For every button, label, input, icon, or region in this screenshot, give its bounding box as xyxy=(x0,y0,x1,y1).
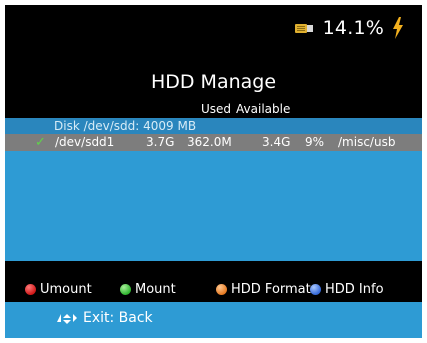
checkmark-icon: ✓ xyxy=(35,135,46,150)
bottom-navigation-bar: Exit: Back xyxy=(5,302,422,338)
color-button-bar: Umount Mount HDD Format HDD Info xyxy=(5,282,422,300)
blue-button-icon xyxy=(310,284,321,295)
lightning-icon xyxy=(393,17,403,39)
disk-label: Disk /dev/sdd: 4009 MB xyxy=(54,119,197,133)
navigation-arrows-icon xyxy=(57,314,77,324)
page-title: HDD Manage xyxy=(150,71,277,93)
disk-header-row: Disk /dev/sdd: 4009 MB xyxy=(5,118,422,134)
hdd-info-label: HDD Info xyxy=(325,282,384,297)
column-headers: Used Available xyxy=(201,102,290,116)
partition-device: /dev/sdd1 xyxy=(55,135,115,149)
partition-mount-point: /misc/usb xyxy=(338,135,396,149)
red-button-icon xyxy=(25,284,36,295)
green-button-icon xyxy=(120,284,131,295)
footer-spacer xyxy=(5,261,422,278)
hdd-icon xyxy=(294,23,313,33)
hdd-format-button[interactable]: HDD Format xyxy=(216,282,311,297)
status-area: 14.1% xyxy=(294,16,404,40)
mount-label: Mount xyxy=(135,282,176,297)
column-header-used: Used xyxy=(201,102,232,116)
hdd-manage-screen: 14.1% HDD Manage Used Available Disk /de… xyxy=(5,5,422,338)
column-header-available: Available xyxy=(236,102,291,116)
hdd-info-button[interactable]: HDD Info xyxy=(310,282,384,297)
partition-row[interactable]: ✓ /dev/sdd1 3.7G 362.0M 3.4G 9% /misc/us… xyxy=(5,134,422,151)
partition-list: Disk /dev/sdd: 4009 MB ✓ /dev/sdd1 3.7G … xyxy=(5,118,422,261)
partition-percent: 9% xyxy=(305,135,325,149)
usage-percentage: 14.1% xyxy=(322,17,384,39)
mount-button[interactable]: Mount xyxy=(120,282,176,297)
exit-back-label: Exit: Back xyxy=(83,310,153,326)
partition-available: 3.4G xyxy=(262,135,291,149)
umount-label: Umount xyxy=(40,282,92,297)
partition-used: 362.0M xyxy=(187,135,232,149)
partition-size: 3.7G xyxy=(146,135,175,149)
umount-button[interactable]: Umount xyxy=(25,282,92,297)
exit-hint[interactable]: Exit: Back xyxy=(57,310,153,326)
yellow-button-icon xyxy=(216,284,227,295)
hdd-format-label: HDD Format xyxy=(231,282,311,297)
